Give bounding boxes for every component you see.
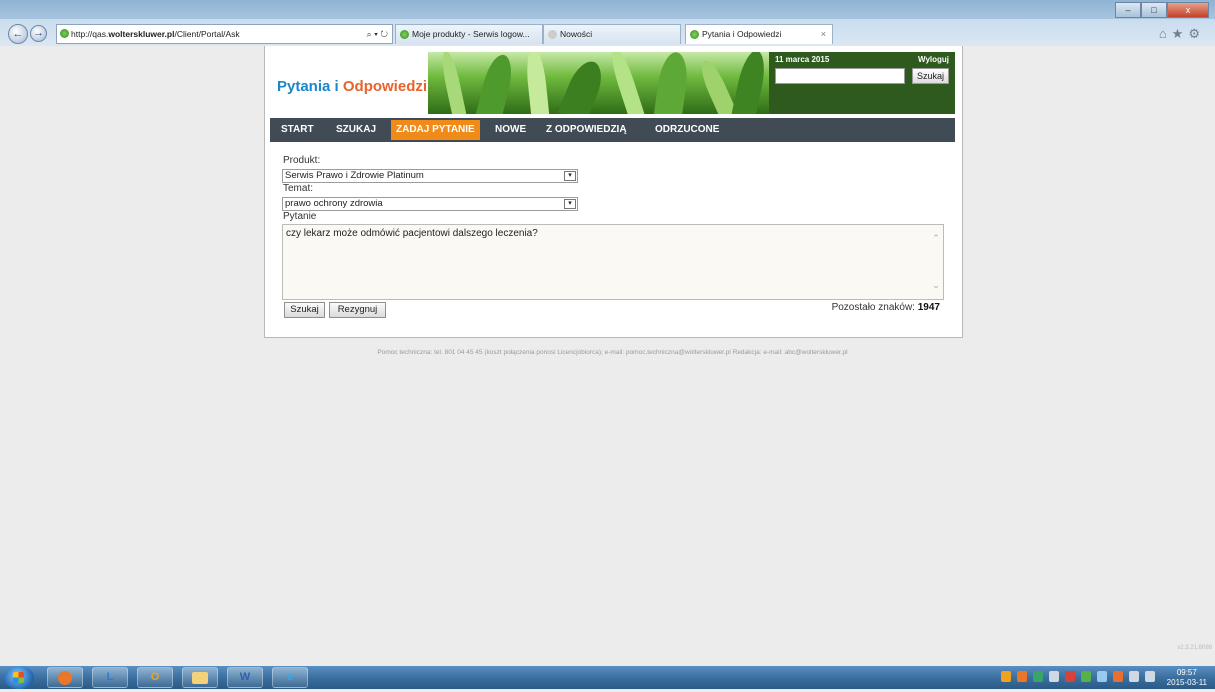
browser-chrome: – □ x ← → http://qas.wolterskluwer.pl/Cl… (0, 0, 1215, 46)
outlook-icon: O (150, 671, 160, 683)
tray-icon[interactable] (1113, 671, 1123, 682)
grass-banner-image (428, 52, 769, 114)
firefox-icon (58, 671, 72, 685)
product-select-value: Serwis Prawo i Zdrowie Platinum (285, 170, 424, 181)
remaining-characters: Pozostało znaków: 1947 (832, 302, 940, 313)
scroll-up-icon[interactable]: ⌃ (929, 233, 943, 244)
close-tab-icon[interactable]: × (821, 25, 826, 44)
search-button[interactable]: Szukaj (284, 302, 325, 318)
header-user-panel: 11 marca 2015 Wyloguj Szukaj (769, 52, 955, 114)
address-url-path: /Client/Portal/Ask (174, 29, 240, 39)
taskbar-outlook[interactable]: O (137, 667, 173, 688)
tab-title: Moje produkty - Serwis logow... (412, 29, 530, 39)
nav-szukaj[interactable]: SZUKAJ (336, 118, 376, 142)
address-controls-icon[interactable]: ⌕ ▾ ↻ (367, 25, 388, 43)
tray-icon[interactable] (1081, 671, 1091, 682)
tray-icon[interactable] (1049, 671, 1059, 682)
tray-icon[interactable] (1129, 671, 1139, 682)
topic-select-value: prawo ochrony zdrowia (285, 198, 383, 209)
forward-button[interactable]: → (30, 25, 47, 42)
textarea-scrollbar[interactable]: ⌃ ⌄ (929, 225, 943, 299)
current-date: 11 marca 2015 (775, 55, 830, 64)
taskbar-lync[interactable]: L (92, 667, 128, 688)
maximize-button[interactable]: □ (1141, 2, 1167, 18)
internet-explorer-icon: e (286, 671, 294, 683)
logout-link[interactable]: Wyloguj (918, 55, 949, 64)
site-favicon-icon (60, 29, 69, 38)
word-icon: W (239, 671, 251, 683)
chevron-down-icon[interactable]: ▾ (564, 171, 576, 181)
tab-nowosci[interactable]: Nowości (543, 24, 681, 44)
nav-start[interactable]: START (281, 118, 314, 142)
tab-moje-produkty[interactable]: Moje produkty - Serwis logow... (395, 24, 543, 44)
tray-icon[interactable] (1065, 671, 1075, 682)
minimize-button[interactable]: – (1115, 2, 1141, 18)
question-textarea[interactable]: czy lekarz może odmówić pacjentowi dalsz… (282, 224, 944, 300)
windows-logo-icon (13, 672, 24, 683)
tab-title: Pytania i Odpowiedzi (702, 29, 782, 39)
scroll-down-icon[interactable]: ⌄ (929, 280, 943, 291)
tray-icon[interactable] (1145, 671, 1155, 682)
close-window-button[interactable]: x (1167, 2, 1209, 18)
tab-favicon-icon (548, 30, 557, 39)
tab-pytania-i-odpowiedzi[interactable]: Pytania i Odpowiedzi × (685, 24, 833, 44)
address-url-domain: wolterskluwer.pl (108, 29, 175, 39)
tab-title: Nowości (560, 29, 593, 39)
clock[interactable]: 09:57 2015-03-11 (1167, 668, 1207, 688)
page-container: Pytania i Odpowiedzi 11 marca 2015 Wylog… (264, 46, 963, 338)
tray-icon[interactable] (1017, 671, 1027, 682)
lync-icon: L (106, 671, 114, 683)
cancel-button[interactable]: Rezygnuj (329, 302, 386, 318)
remaining-count: 1947 (917, 302, 940, 313)
clock-time: 09:57 (1176, 668, 1197, 677)
taskbar-firefox[interactable] (47, 667, 83, 688)
tab-favicon-icon (400, 30, 409, 39)
header-search-button[interactable]: Szukaj (912, 68, 949, 84)
version-label: v2.3.21.6098 (1177, 645, 1212, 651)
tray-icon[interactable] (1033, 671, 1043, 682)
product-select[interactable]: Serwis Prawo i Zdrowie Platinum ▾ (282, 169, 578, 183)
taskbar-internet-explorer[interactable]: e (272, 667, 308, 688)
tab-favicon-icon (690, 30, 699, 39)
nav-odrzucone[interactable]: ODRZUCONE (655, 118, 719, 142)
topic-label: Temat: (283, 183, 314, 194)
logo-text-part1: Pytania i (277, 78, 343, 95)
site-logo[interactable]: Pytania i Odpowiedzi (277, 78, 427, 95)
clock-date: 2015-03-11 (1166, 678, 1207, 687)
nav-zadaj-pytanie[interactable]: ZADAJ PYTANIE (391, 120, 480, 140)
tray-icon[interactable] (1097, 671, 1107, 682)
windows-taskbar: L O W e 09:57 2015-03-11 (0, 666, 1215, 689)
nav-z-odpowiedzia[interactable]: Z ODPOWIEDZIĄ (546, 118, 627, 142)
folder-icon (192, 672, 208, 684)
system-tray (1001, 671, 1155, 682)
back-button[interactable]: ← (8, 24, 28, 44)
question-text: czy lekarz może odmówić pacjentowi dalsz… (286, 228, 538, 239)
topic-select[interactable]: prawo ochrony zdrowia ▾ (282, 197, 578, 211)
chevron-down-icon[interactable]: ▾ (564, 199, 576, 209)
address-bar[interactable]: http://qas.wolterskluwer.pl/Client/Porta… (56, 24, 393, 44)
taskbar-explorer[interactable] (182, 667, 218, 688)
logo-text-part2: Odpowiedzi (342, 78, 428, 95)
question-label: Pytanie (283, 211, 317, 222)
header-search-input[interactable] (775, 68, 905, 84)
tray-icon[interactable] (1001, 671, 1011, 682)
page-footer: Pomoc techniczna: tel. 801 04 45 45 (kos… (377, 349, 848, 356)
address-url-prefix: http://qas. (71, 29, 109, 39)
start-button[interactable] (4, 666, 34, 689)
product-label: Produkt: (283, 155, 321, 166)
window-controls: – □ x (1115, 2, 1209, 18)
taskbar-word[interactable]: W (227, 667, 263, 688)
main-navigation: START SZUKAJ ZADAJ PYTANIE NOWE Z ODPOWI… (270, 118, 955, 142)
nav-nowe[interactable]: NOWE (495, 118, 526, 142)
toolbar-icons[interactable]: ⌂★⚙ (1159, 26, 1205, 42)
remaining-label: Pozostało znaków: (831, 302, 918, 313)
